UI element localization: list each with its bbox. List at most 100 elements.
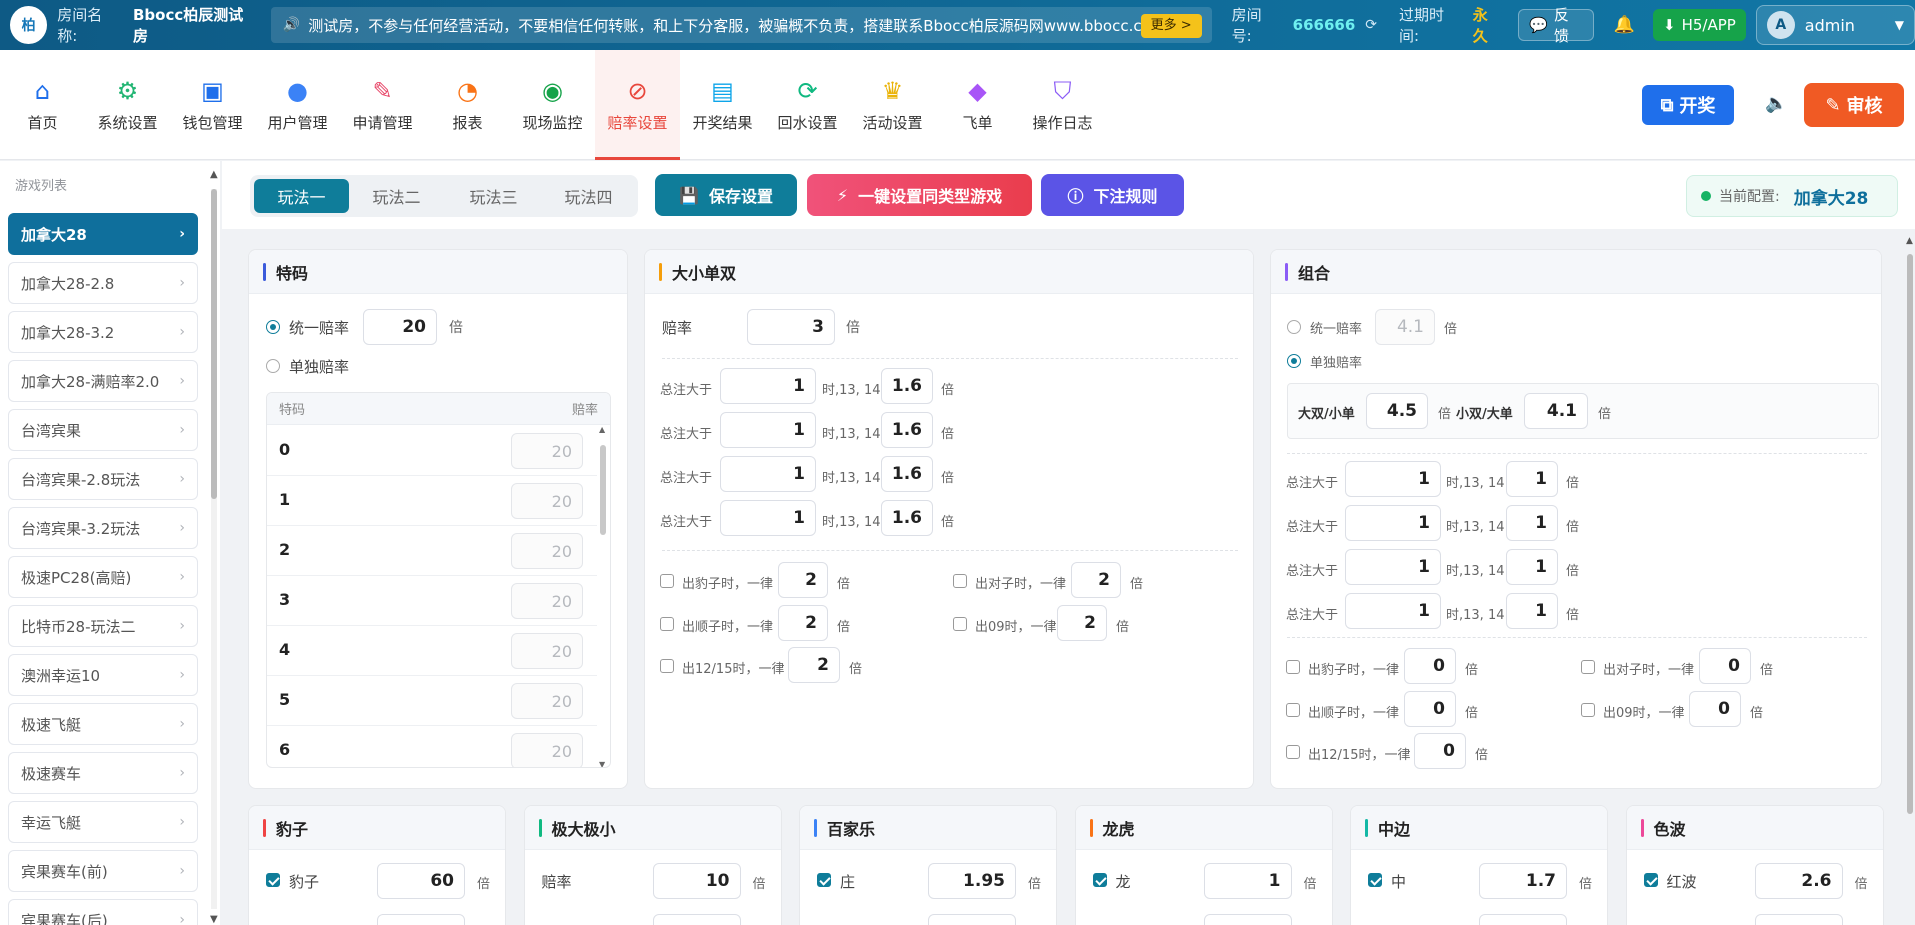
sidebar-item-game[interactable]: 澳洲幸运10 ›: [8, 654, 198, 696]
nav-item-3[interactable]: ● 用户管理: [255, 50, 340, 160]
nav-item-1[interactable]: ⚙ 系统设置: [85, 50, 170, 160]
nav-item-6[interactable]: ◉ 现场监控: [510, 50, 595, 160]
bottom-checkbox[interactable]: [266, 873, 280, 887]
tema-scrollbar[interactable]: ▲ ▼: [598, 425, 608, 767]
bottom-odds-input-2[interactable]: [1203, 914, 1292, 925]
nav-item-10[interactable]: ♛ 活动设置: [850, 50, 935, 160]
draw-button[interactable]: ⧉ 开奖: [1642, 85, 1734, 125]
sidebar-item-game[interactable]: 加拿大28-2.8 ›: [8, 262, 198, 304]
bottom-odds-input-2[interactable]: [1754, 914, 1843, 925]
h5-app-button[interactable]: ⬇ H5/APP: [1652, 9, 1746, 41]
sidebar-item-game[interactable]: 加拿大28-3.2 ›: [8, 311, 198, 353]
nav-item-5[interactable]: ◔ 报表: [425, 50, 510, 160]
tab-play-3[interactable]: 玩法三: [446, 179, 541, 213]
odds-input[interactable]: 1: [1506, 593, 1558, 629]
special-input[interactable]: 0: [1414, 733, 1466, 769]
special-checkbox[interactable]: [1581, 703, 1595, 717]
bottom-odds-input[interactable]: 60: [377, 863, 465, 899]
zuhe-unified-radio[interactable]: [1287, 320, 1301, 334]
nav-item-2[interactable]: ▣ 钱包管理: [170, 50, 255, 160]
tema-odds-input[interactable]: 20: [511, 483, 583, 519]
bottom-odds-input[interactable]: 10: [652, 863, 741, 899]
sidebar-item-game[interactable]: 极速PC28(高赔) ›: [8, 556, 198, 598]
bottom-odds-input[interactable]: 2.6: [1754, 863, 1843, 899]
nav-item-12[interactable]: ⛉ 操作日志: [1020, 50, 1105, 160]
dxds-odds-input[interactable]: 3: [747, 309, 835, 345]
total-bet-input[interactable]: 1: [1345, 549, 1441, 585]
special-checkbox[interactable]: [1286, 703, 1300, 717]
sidebar-item-game[interactable]: 比特币28-玩法二 ›: [8, 605, 198, 647]
bottom-checkbox[interactable]: [1643, 873, 1658, 887]
sidebar-item-game[interactable]: 加拿大28-满赔率2.0 ›: [8, 360, 198, 402]
special-input[interactable]: 2: [778, 605, 828, 641]
tab-play-1[interactable]: 玩法一: [254, 179, 349, 213]
bottom-checkbox[interactable]: [817, 873, 831, 887]
scroll-up-icon[interactable]: ▲: [599, 425, 605, 434]
odds-input[interactable]: 1.6: [881, 500, 933, 536]
more-button[interactable]: 更多 >: [1140, 14, 1202, 38]
user-menu[interactable]: A admin ▼: [1755, 5, 1915, 45]
total-bet-input[interactable]: 1: [1345, 461, 1441, 497]
tab-play-4[interactable]: 玩法四: [541, 179, 636, 213]
bottom-odds-input[interactable]: 1.95: [928, 863, 1016, 899]
tema-odds-input[interactable]: 20: [511, 583, 583, 619]
sidebar-item-game[interactable]: 宾果赛车(前) ›: [8, 850, 198, 892]
nav-item-7[interactable]: ⊘ 赔率设置: [595, 50, 680, 160]
bottom-checkbox[interactable]: [1368, 873, 1382, 887]
feedback-button[interactable]: 💬 反馈: [1518, 6, 1594, 45]
nav-item-9[interactable]: ⟳ 回水设置: [765, 50, 850, 160]
unified-odds-radio[interactable]: [266, 320, 280, 334]
special-input[interactable]: 2: [1071, 562, 1121, 598]
special-input[interactable]: 0: [1689, 691, 1741, 727]
total-bet-input[interactable]: 1: [720, 368, 816, 404]
odds-input[interactable]: 1: [1506, 505, 1558, 541]
special-checkbox[interactable]: [660, 574, 674, 588]
special-checkbox[interactable]: [660, 659, 674, 673]
odds-input[interactable]: 1: [1506, 549, 1558, 585]
bottom-odds-input[interactable]: 1: [1203, 863, 1292, 899]
nav-item-8[interactable]: ▤ 开奖结果: [680, 50, 765, 160]
special-input[interactable]: 2: [788, 647, 840, 683]
special-checkbox[interactable]: [660, 617, 674, 631]
onekey-button[interactable]: ⚡ 一键设置同类型游戏: [807, 174, 1032, 216]
odds-input[interactable]: 1.6: [881, 412, 933, 448]
sidebar-item-game[interactable]: 幸运飞艇 ›: [8, 801, 198, 843]
special-checkbox[interactable]: [953, 574, 967, 588]
save-button[interactable]: 💾 保存设置: [655, 174, 797, 216]
unified-odds-input[interactable]: 20: [363, 309, 437, 345]
scroll-up-icon[interactable]: ▲: [1906, 236, 1913, 246]
sidebar-item-game[interactable]: 宾果赛车(后) ›: [8, 899, 198, 925]
bottom-odds-input-2[interactable]: [652, 914, 741, 925]
bottom-odds-input-2[interactable]: [377, 914, 465, 925]
special-input[interactable]: 0: [1699, 648, 1751, 684]
special-input[interactable]: 0: [1404, 691, 1456, 727]
total-bet-input[interactable]: 1: [1345, 505, 1441, 541]
bottom-odds-input-2[interactable]: [1479, 914, 1567, 925]
special-checkbox[interactable]: [1286, 660, 1300, 674]
xiaoshuang-input[interactable]: 4.1: [1524, 393, 1588, 429]
tab-play-2[interactable]: 玩法二: [349, 179, 444, 213]
sidebar-item-game[interactable]: 台湾宾果-2.8玩法 ›: [8, 458, 198, 500]
bell-icon[interactable]: 🔔: [1614, 15, 1635, 35]
content-scrollbar[interactable]: ▲: [1905, 236, 1915, 925]
odds-input[interactable]: 1.6: [881, 368, 933, 404]
single-odds-radio[interactable]: [266, 359, 280, 373]
scroll-down-icon[interactable]: ▼: [599, 760, 605, 767]
tema-odds-input[interactable]: 20: [511, 533, 583, 569]
tema-odds-input[interactable]: 20: [511, 733, 583, 767]
special-checkbox[interactable]: [953, 617, 967, 631]
scroll-down-icon[interactable]: ▼: [210, 914, 218, 925]
nav-item-0[interactable]: ⌂ 首页: [0, 50, 85, 160]
sidebar-item-game[interactable]: 加拿大28 ›: [8, 213, 198, 255]
sidebar-scrollbar[interactable]: ▲ ▼: [210, 169, 218, 925]
sidebar-item-game[interactable]: 台湾宾果 ›: [8, 409, 198, 451]
nav-item-11[interactable]: ◆ 飞单: [935, 50, 1020, 160]
special-input[interactable]: 2: [1057, 605, 1107, 641]
volume-icon[interactable]: 🔈: [1765, 93, 1787, 114]
tema-odds-input[interactable]: 20: [511, 683, 583, 719]
special-input[interactable]: 0: [1404, 648, 1456, 684]
zuhe-unified-input[interactable]: 4.1: [1375, 309, 1435, 345]
dashuang-input[interactable]: 4.5: [1366, 393, 1428, 429]
special-input[interactable]: 2: [778, 562, 828, 598]
bottom-checkbox[interactable]: [1092, 873, 1107, 887]
